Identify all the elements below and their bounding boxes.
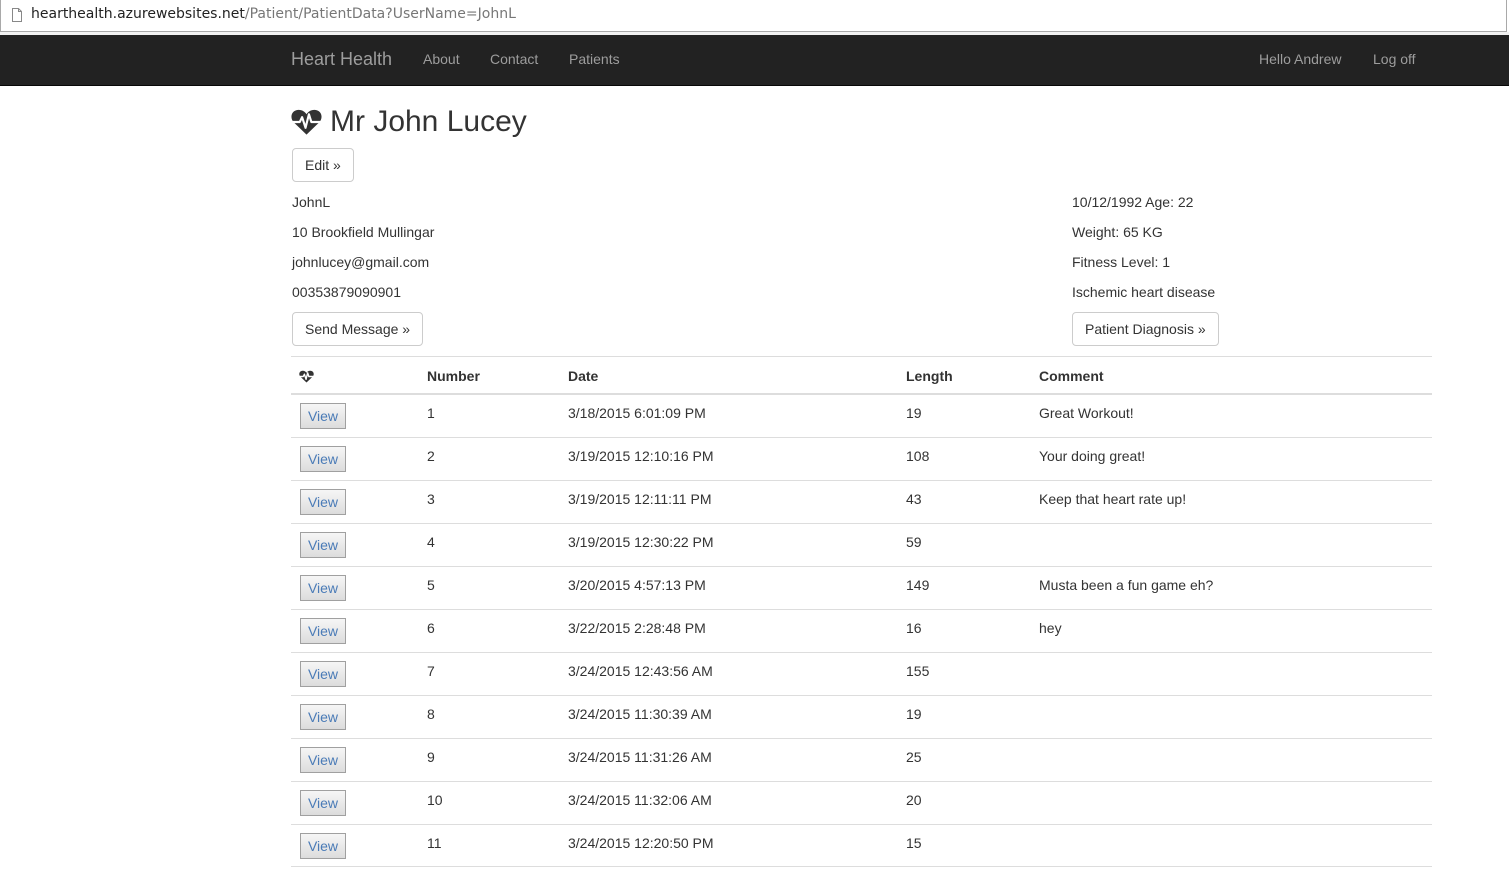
session-comment: Great Workout!: [1039, 405, 1134, 421]
session-date: 3/19/2015 12:30:22 PM: [568, 534, 714, 550]
session-date: 3/24/2015 11:31:26 AM: [568, 749, 712, 765]
nav-link-about[interactable]: About: [423, 51, 460, 67]
session-date: 3/24/2015 12:20:50 PM: [568, 835, 714, 851]
patient-address: 10 Brookfield Mullingar: [292, 224, 435, 240]
view-button[interactable]: View: [300, 833, 346, 859]
session-number: 4: [427, 534, 435, 550]
column-header-length: Length: [906, 368, 953, 384]
table-row: View 1 3/18/2015 6:01:09 PM 19 Great Workout…: [291, 394, 1432, 437]
session-length: 155: [906, 663, 930, 679]
table-row: View 7 3/24/2015 12:43:56 AM 155: [291, 652, 1432, 695]
session-length: 25: [906, 749, 922, 765]
session-length: 43: [906, 491, 922, 507]
view-button[interactable]: View: [300, 575, 346, 601]
brand-link[interactable]: Heart Health: [291, 49, 392, 70]
url-path: /Patient/PatientData?UserName=JohnL: [244, 6, 516, 22]
user-greeting-link[interactable]: Hello Andrew: [1259, 51, 1342, 67]
nav-link-contact[interactable]: Contact: [490, 51, 538, 67]
session-number: 7: [427, 663, 435, 679]
view-button[interactable]: View: [300, 532, 346, 558]
session-date: 3/19/2015 12:11:11 PM: [568, 491, 712, 507]
url-host: hearthealth.azurewebsites.net: [31, 6, 245, 22]
session-comment: Your doing great!: [1039, 448, 1146, 464]
patient-username: JohnL: [292, 194, 331, 210]
address-bar[interactable]: hearthealth.azurewebsites.net/Patient/Pa…: [0, 0, 1507, 32]
session-number: 1: [427, 405, 435, 421]
session-length: 15: [906, 835, 922, 851]
session-number: 6: [427, 620, 435, 636]
session-length: 59: [906, 534, 922, 550]
patient-condition: Ischemic heart disease: [1072, 284, 1216, 300]
send-message-button[interactable]: Send Message »: [292, 312, 424, 346]
view-button[interactable]: View: [300, 489, 346, 515]
patient-diagnosis-button[interactable]: Patient Diagnosis »: [1072, 312, 1219, 346]
session-number: 11: [427, 835, 442, 851]
view-button[interactable]: View: [300, 403, 346, 429]
table-row: View 3 3/19/2015 12:11:11 PM 43 Keep that he…: [291, 480, 1432, 523]
session-date: 3/24/2015 12:43:56 AM: [568, 663, 713, 679]
view-button[interactable]: View: [300, 747, 346, 773]
column-header-date: Date: [568, 368, 599, 384]
session-comment: Musta been a fun game eh?: [1039, 577, 1214, 593]
table-header-row: Number Date Length Comment: [291, 356, 1432, 394]
view-button[interactable]: View: [300, 704, 346, 730]
url-text[interactable]: hearthealth.azurewebsites.net/Patient/Pa…: [31, 6, 516, 22]
session-length: 19: [906, 706, 922, 722]
session-number: 3: [427, 491, 435, 507]
session-length: 16: [906, 620, 922, 636]
session-comment: hey: [1039, 620, 1062, 636]
session-number: 9: [427, 749, 435, 765]
patient-phone: 00353879090901: [292, 284, 402, 300]
session-date: 3/20/2015 4:57:13 PM: [568, 577, 706, 593]
page-title-row: Mr John Lucey: [291, 104, 527, 140]
session-length: 149: [906, 577, 930, 593]
page-title: Mr John Lucey: [330, 105, 527, 138]
session-length: 19: [906, 405, 922, 421]
patient-weight: Weight: 65 KG: [1072, 224, 1163, 240]
session-date: 3/24/2015 11:32:06 AM: [568, 792, 712, 808]
session-date: 3/24/2015 11:30:39 AM: [568, 706, 712, 722]
session-date: 3/22/2015 2:28:48 PM: [568, 620, 706, 636]
session-number: 8: [427, 706, 435, 722]
column-header-comment: Comment: [1039, 368, 1104, 384]
table-row: View 4 3/19/2015 12:30:22 PM 59: [291, 523, 1432, 566]
session-number: 2: [427, 448, 435, 464]
table-row: View 8 3/24/2015 11:30:39 AM 19: [291, 695, 1432, 738]
table-row: View 10 3/24/2015 11:32:06 AM 20: [291, 781, 1432, 824]
view-button[interactable]: View: [300, 446, 346, 472]
heartbeat-icon: [291, 109, 322, 135]
session-date: 3/18/2015 6:01:09 PM: [568, 405, 706, 421]
patient-fitness-level: Fitness Level: 1: [1072, 254, 1171, 270]
sessions-table: Number Date Length Comment View 1 3/18/201…: [291, 356, 1432, 867]
top-navbar: Heart Health About Contact Patients Hell…: [0, 35, 1509, 86]
nav-link-patients[interactable]: Patients: [569, 51, 620, 67]
table-row: View 11 3/24/2015 12:20:50 PM 15: [291, 824, 1432, 867]
table-row: View 9 3/24/2015 11:31:26 AM 25: [291, 738, 1432, 781]
table-row: View 2 3/19/2015 12:10:16 PM 108 Your doing …: [291, 437, 1432, 480]
session-length: 20: [906, 792, 922, 808]
patient-email: johnlucey@gmail.com: [292, 254, 430, 270]
edit-button[interactable]: Edit »: [292, 148, 354, 182]
table-row: View 5 3/20/2015 4:57:13 PM 149 Musta been a…: [291, 566, 1432, 609]
page-icon: [12, 8, 22, 22]
view-button[interactable]: View: [300, 661, 346, 687]
session-number: 5: [427, 577, 435, 593]
table-row: View 6 3/22/2015 2:28:48 PM 16 hey: [291, 609, 1432, 652]
view-button[interactable]: View: [300, 618, 346, 644]
column-header-number: Number: [427, 368, 480, 384]
session-number: 10: [427, 792, 443, 808]
session-date: 3/19/2015 12:10:16 PM: [568, 448, 714, 464]
patient-dob-age: 10/12/1992 Age: 22: [1072, 194, 1194, 210]
view-button[interactable]: View: [300, 790, 346, 816]
session-comment: Keep that heart rate up!: [1039, 491, 1187, 507]
session-length: 108: [906, 448, 930, 464]
heart-header-icon: [299, 368, 314, 386]
logoff-link[interactable]: Log off: [1373, 51, 1416, 67]
